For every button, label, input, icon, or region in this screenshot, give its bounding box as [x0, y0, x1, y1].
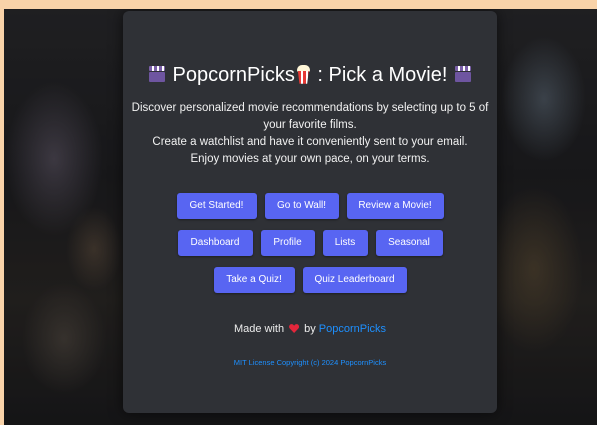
description-line: Create a watchlist and have it convenien… [152, 136, 468, 148]
license-link[interactable]: MIT License Copyright (c) 2024 PopcornPi… [123, 358, 497, 367]
seasonal-button[interactable]: Seasonal [375, 230, 443, 256]
by-text: by [304, 323, 316, 335]
made-with-text: Made with [233, 323, 285, 335]
description-line: Discover personalized movie recommendati… [131, 102, 489, 114]
popcorn-icon [296, 64, 310, 85]
get-started-button[interactable]: Get Started! [176, 193, 257, 219]
author-link[interactable]: PopcornPicks [319, 323, 386, 335]
app-name: PopcornPicks [172, 64, 295, 86]
primary-actions: Get Started! Go to Wall! Review a Movie! [123, 193, 497, 219]
page-title: PopcornPicks : Pick a Movie! [123, 62, 497, 88]
title-suffix: : Pick a Movie! [311, 64, 448, 86]
landing-card: PopcornPicks : Pick a Movie! Discover pe… [123, 11, 497, 413]
made-with-line: Made with by PopcornPicks [123, 323, 497, 335]
take-quiz-button[interactable]: Take a Quiz! [213, 267, 295, 293]
profile-button[interactable]: Profile [260, 230, 315, 256]
blurred-movie-background: PopcornPicks : Pick a Movie! Discover pe… [4, 9, 597, 425]
description: Discover personalized movie recommendati… [123, 100, 497, 168]
clapper-board-icon [455, 65, 472, 82]
lists-button[interactable]: Lists [322, 230, 368, 256]
quiz-leaderboard-button[interactable]: Quiz Leaderboard [302, 267, 407, 293]
clapper-board-icon [148, 65, 165, 82]
heart-icon [289, 324, 299, 333]
review-movie-button[interactable]: Review a Movie! [346, 193, 444, 219]
quiz-actions: Take a Quiz! Quiz Leaderboard [123, 267, 497, 293]
description-line: your favorite films. [263, 119, 357, 131]
navigation-actions: Dashboard Profile Lists Seasonal [123, 230, 497, 256]
description-line: Enjoy movies at your own pace, on your t… [190, 153, 430, 165]
dashboard-button[interactable]: Dashboard [177, 230, 253, 256]
go-to-wall-button[interactable]: Go to Wall! [264, 193, 339, 219]
